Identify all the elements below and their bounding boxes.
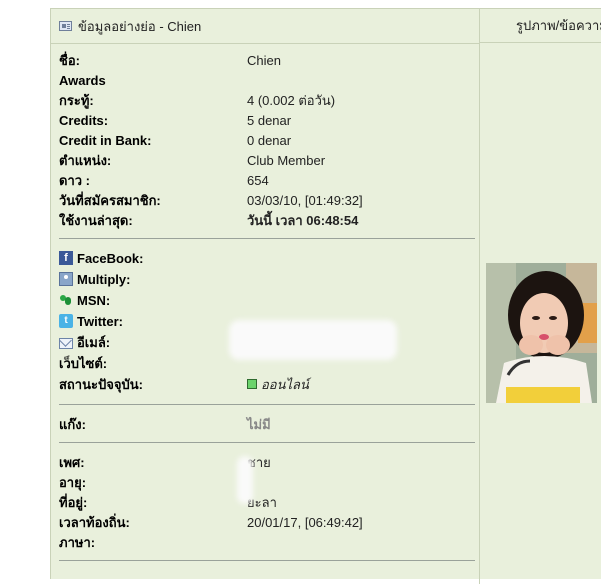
email-icon[interactable] [59,337,73,349]
name-label: ชื่อ: [59,52,80,68]
local-time-label: เวลาท้องถิ่น: [59,514,130,530]
local-time-value: 20/01/17, [06:49:42] [247,514,363,530]
gang-label: แก๊ง: [59,416,86,432]
last-active-value: วันนี้ เวลา 06:48:54 [247,212,359,228]
profile-row-joined: วันที่สมัครสมาชิก: 03/03/10, [01:49:32] [59,190,363,210]
bank-credit-label: Credit in Bank: [59,132,152,148]
profile-row-posts: กระทู้: 4 (0.002 ต่อวัน) [59,90,335,110]
twitter-label: Twitter: [77,313,123,329]
bank-credit-value: 0 denar [247,132,292,148]
join-date-value: 03/03/10, [01:49:32] [247,192,363,208]
join-date-label: วันที่สมัครสมาชิก: [59,192,161,208]
posts-label: กระทู้: [59,92,94,108]
avatar-photo [486,263,597,403]
name-value: Chien [247,52,281,68]
redacted-age [237,456,253,504]
profile-row-stars: ดาว : 654 [59,170,269,190]
profile-panel: ข้อมูลอย่างย่อ - Chien รูปภาพ/ข้อความ ชื… [50,8,601,584]
section-divider [59,442,475,443]
status-label: สถานะปัจจุบัน: [59,376,143,392]
gender-label: เพศ: [59,454,85,470]
contact-row-email: อีเมล์: [59,332,247,352]
contact-row-facebook: f FaceBook: [59,248,247,268]
facebook-label: FaceBook: [77,250,144,266]
detail-row-language: ภาษา: [59,532,247,552]
online-status-icon [247,379,257,389]
profile-row-credits: Credits: 5 denar [59,110,291,130]
column-divider [479,44,480,584]
rank-label: ตำแหน่ง: [59,152,112,168]
location-label: ที่อยู่: [59,494,88,510]
multiply-label: Multiply: [77,271,131,287]
last-active-label: ใช้งานล่าสุด: [59,212,133,228]
age-label: อายุ: [59,474,87,490]
profile-summary-header: ข้อมูลอย่างย่อ - Chien [51,9,480,44]
contact-row-website: เว็บไซต์: [59,353,247,373]
rank-value: Club Member [247,152,326,168]
contact-row-msn: MSN: [59,290,247,310]
contact-row-multiply: Multiply: [59,269,247,289]
detail-row-local-time: เวลาท้องถิ่น: 20/01/17, [06:49:42] [59,512,363,532]
avatar[interactable] [486,263,597,403]
contact-row-twitter: t Twitter: [59,311,247,331]
profile-row-bank: Credit in Bank: 0 denar [59,130,291,150]
contact-row-status: สถานะปัจจุบัน: ออนไลน์ [59,374,309,394]
section-divider [59,404,475,405]
profile-row-name: ชื่อ: Chien [59,50,281,70]
stars-value: 654 [247,172,269,188]
credits-label: Credits: [59,112,109,128]
profile-summary-title: ข้อมูลอย่างย่อ - Chien [78,18,202,34]
gang-value: ไม่มี [247,416,271,432]
profile-row-awards: Awards [59,70,247,90]
facebook-icon[interactable]: f [59,251,73,265]
msn-label: MSN: [77,292,111,308]
detail-row-age: อายุ: [59,472,247,492]
website-label: เว็บไซต์: [59,355,108,371]
redacted-email [229,320,397,360]
section-divider [59,560,475,561]
twitter-icon[interactable]: t [59,314,73,328]
gang-row: แก๊ง: ไม่มี [59,414,271,434]
multiply-icon[interactable] [59,272,73,286]
profile-row-last-active: ใช้งานล่าสุด: วันนี้ เวลา 06:48:54 [59,210,358,230]
profile-card-icon [59,21,72,31]
language-label: ภาษา: [59,534,96,550]
email-label: อีเมล์: [77,334,111,350]
stars-label: ดาว : [59,172,90,188]
awards-label: Awards [59,72,106,88]
profile-row-rank: ตำแหน่ง: Club Member [59,150,325,170]
posts-value: 4 (0.002 ต่อวัน) [247,92,336,108]
msn-icon[interactable] [59,293,73,307]
online-status-value: ออนไลน์ [261,376,309,392]
credits-value: 5 denar [247,112,292,128]
avatar-section-header: รูปภาพ/ข้อความ [480,9,601,43]
section-divider [59,238,475,239]
